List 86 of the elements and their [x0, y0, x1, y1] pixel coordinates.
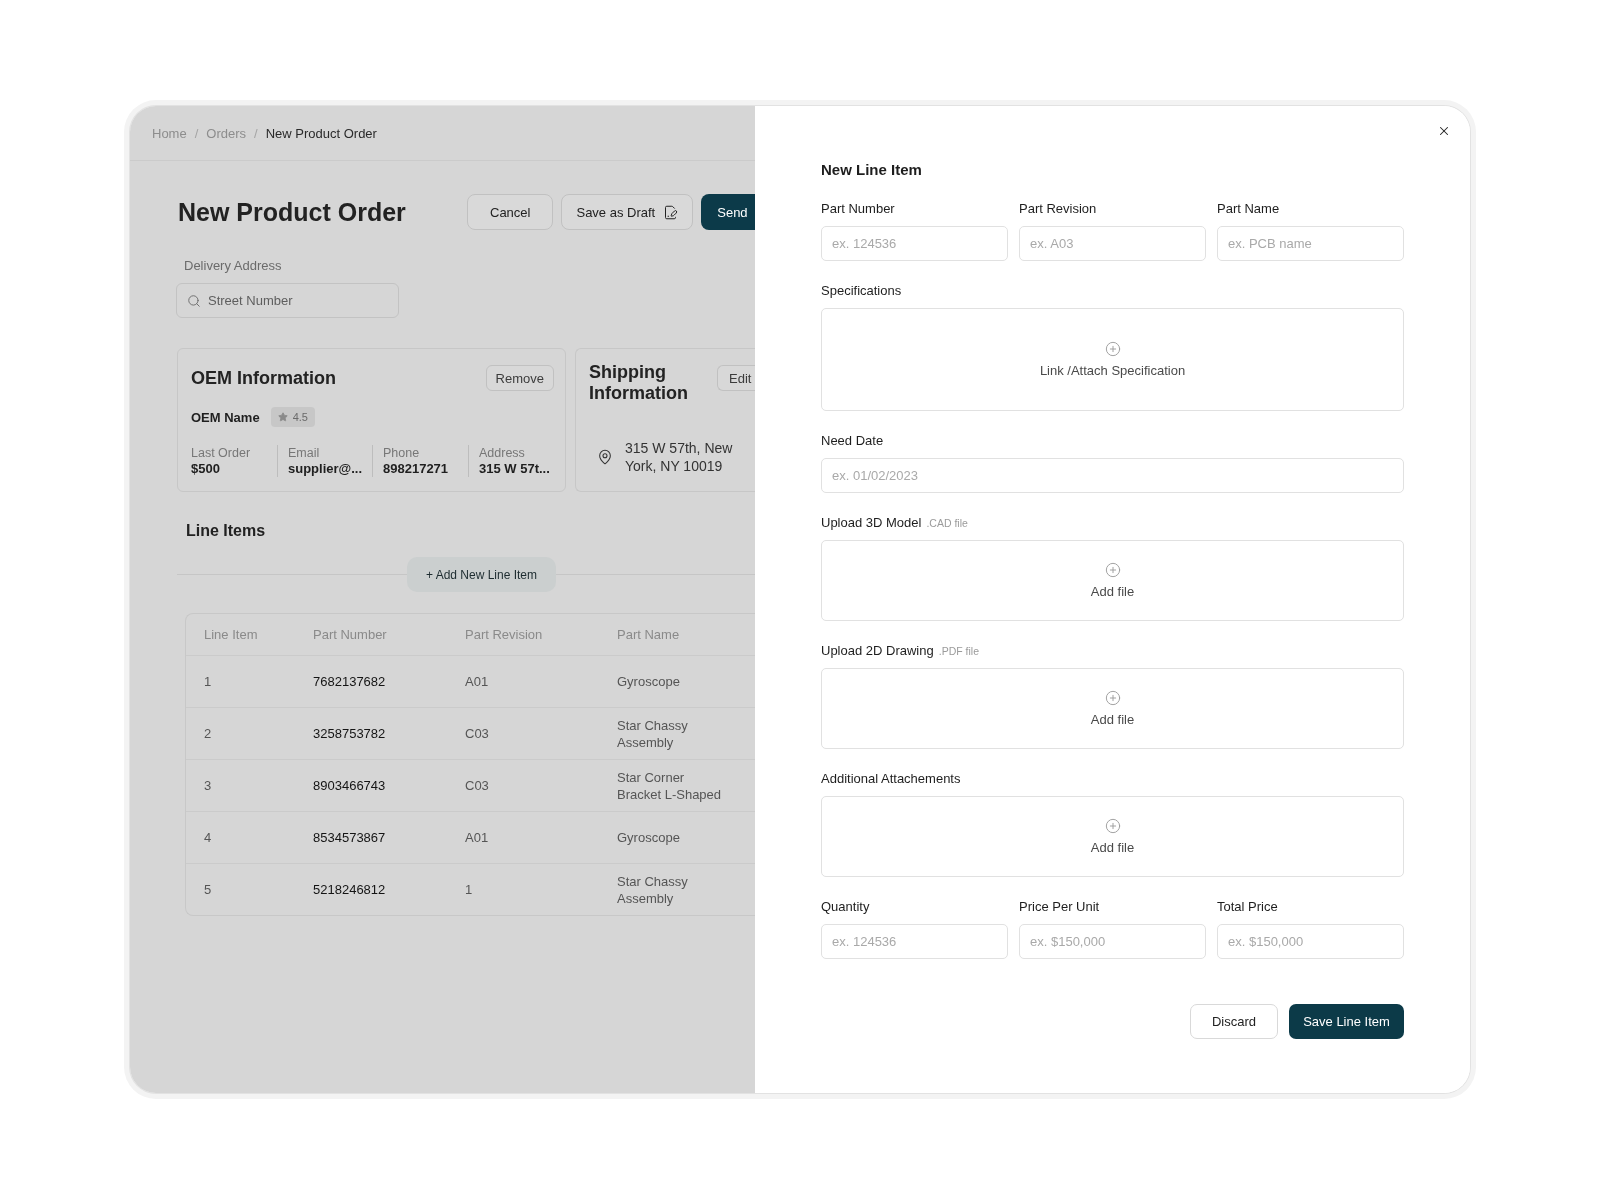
table-cell-text: 1: [203, 673, 213, 691]
search-field[interactable]: Street Number: [176, 283, 399, 318]
input-field[interactable]: ex. PCB name: [1217, 226, 1404, 261]
plus-circle-icon: [1104, 817, 1121, 834]
table-cell-text: 4: [203, 829, 213, 847]
send-button[interactable]: Send: [701, 194, 755, 230]
file-dropzone[interactable]: Add file: [821, 796, 1404, 877]
field-label: Delivery Address: [184, 258, 282, 274]
file-type-hint: .PDF file: [938, 645, 979, 657]
field-label: Part Name: [1217, 200, 1280, 218]
input-field[interactable]: ex. 01/02/2023: [821, 458, 1404, 493]
table-cell-text: C03: [464, 725, 490, 743]
input-field[interactable]: ex. A03: [1019, 226, 1206, 261]
save-draft-button[interactable]: Save as Draft: [561, 194, 694, 230]
table-cell-text: 3258753782: [312, 725, 387, 743]
file-dropzone[interactable]: Add file: [821, 540, 1404, 621]
remove-button[interactable]: Remove: [485, 365, 554, 391]
cancel-button[interactable]: Cancel: [467, 194, 554, 230]
table-cell-text: 7682137682: [312, 673, 387, 691]
stat-value: 898217271: [383, 461, 449, 477]
stat-value: supplier@...: [288, 461, 363, 477]
stat-value: 315 W 57t...: [479, 461, 550, 477]
field-label: Need Date: [821, 432, 884, 450]
table-cell-text: Gyroscope: [616, 673, 681, 691]
stat-label: Email: [288, 445, 320, 461]
table-cell-text: Gyroscope: [616, 829, 681, 847]
field-label: Part Revision: [1019, 200, 1097, 218]
table-cell-text: C03: [464, 777, 490, 795]
add-line-item-button[interactable]: + Add New Line Item: [407, 557, 556, 592]
table-cell-text: 8903466743: [312, 777, 387, 795]
table-cell-text: 8534573867: [312, 829, 387, 847]
file-type-hint: .CAD file: [926, 517, 968, 529]
field-label: Price Per Unit: [1019, 898, 1100, 916]
star-icon: [277, 412, 288, 422]
stat-label: Phone: [383, 445, 420, 461]
oem-name: OEM Name: [191, 409, 260, 425]
card-title: Shipping Information: [589, 362, 689, 404]
column-header: Part Name: [616, 626, 681, 644]
section-title: Line Items: [186, 521, 266, 541]
discard-button[interactable]: Discard: [1190, 1004, 1278, 1039]
table-cell-text: 1: [464, 881, 474, 899]
table-cell-text: 5: [203, 881, 213, 899]
input-field[interactable]: ex. $150,000: [1217, 924, 1404, 959]
stat-label: Last Order: [191, 445, 251, 461]
location-pin-icon: [597, 449, 613, 465]
shipping-address: 315 W 57th, New York, NY 10019: [625, 439, 734, 475]
field-label: Part Number: [821, 200, 895, 218]
drawer-title: New Line Item: [821, 160, 922, 180]
plus-circle-icon: [1104, 340, 1121, 357]
field-label: Upload 2D Drawing: [821, 642, 934, 660]
plus-circle-icon: [1104, 561, 1121, 578]
table-cell-text: A01: [464, 673, 490, 691]
close-icon: [1437, 124, 1451, 138]
card-title: OEM Information: [191, 367, 336, 389]
field-label: Upload 3D Model: [821, 514, 922, 532]
field-label: Specifications: [821, 282, 902, 300]
rating-value: 4.5: [292, 411, 308, 423]
breadcrumb-separator: /: [254, 125, 258, 141]
table-cell-text: 2: [203, 725, 213, 743]
stat-label: Address: [479, 445, 525, 461]
table-cell-text: Star Chassy Assembly: [616, 716, 689, 752]
document-pen-icon: [663, 204, 679, 220]
search-icon: [187, 294, 201, 308]
field-label: Additional Attachements: [821, 770, 961, 788]
table-cell-text: 3: [203, 777, 213, 795]
table-cell-text: Star Chassy Assembly: [616, 872, 689, 908]
input-field[interactable]: ex. $150,000: [1019, 924, 1206, 959]
file-dropzone[interactable]: Add file: [821, 668, 1404, 749]
edit-button[interactable]: Edit: [717, 365, 755, 391]
breadcrumb-current: New Product Order: [265, 125, 377, 141]
field-label: Quantity: [821, 898, 870, 916]
column-header: Line Item: [203, 626, 259, 644]
plus-circle-icon: [1104, 689, 1121, 706]
column-header: Part Revision: [464, 626, 544, 644]
input-field[interactable]: ex. 124536: [821, 924, 1008, 959]
table-cell-text: Star Corner Bracket L-Shaped: [616, 768, 723, 804]
attach-dropzone[interactable]: Link /Attach Specification: [821, 308, 1404, 411]
table-cell-text: A01: [464, 829, 490, 847]
save-line-item-button[interactable]: Save Line Item: [1289, 1004, 1404, 1039]
breadcrumb-separator: /: [194, 125, 199, 141]
table-cell-text: 5218246812: [312, 881, 387, 899]
input-field[interactable]: ex. 124536: [821, 226, 1008, 261]
field-label: Total Price: [1217, 898, 1278, 916]
column-header: Part Number: [312, 626, 388, 644]
page-title: New Product Order: [178, 197, 407, 227]
stat-value: $500: [191, 461, 220, 477]
